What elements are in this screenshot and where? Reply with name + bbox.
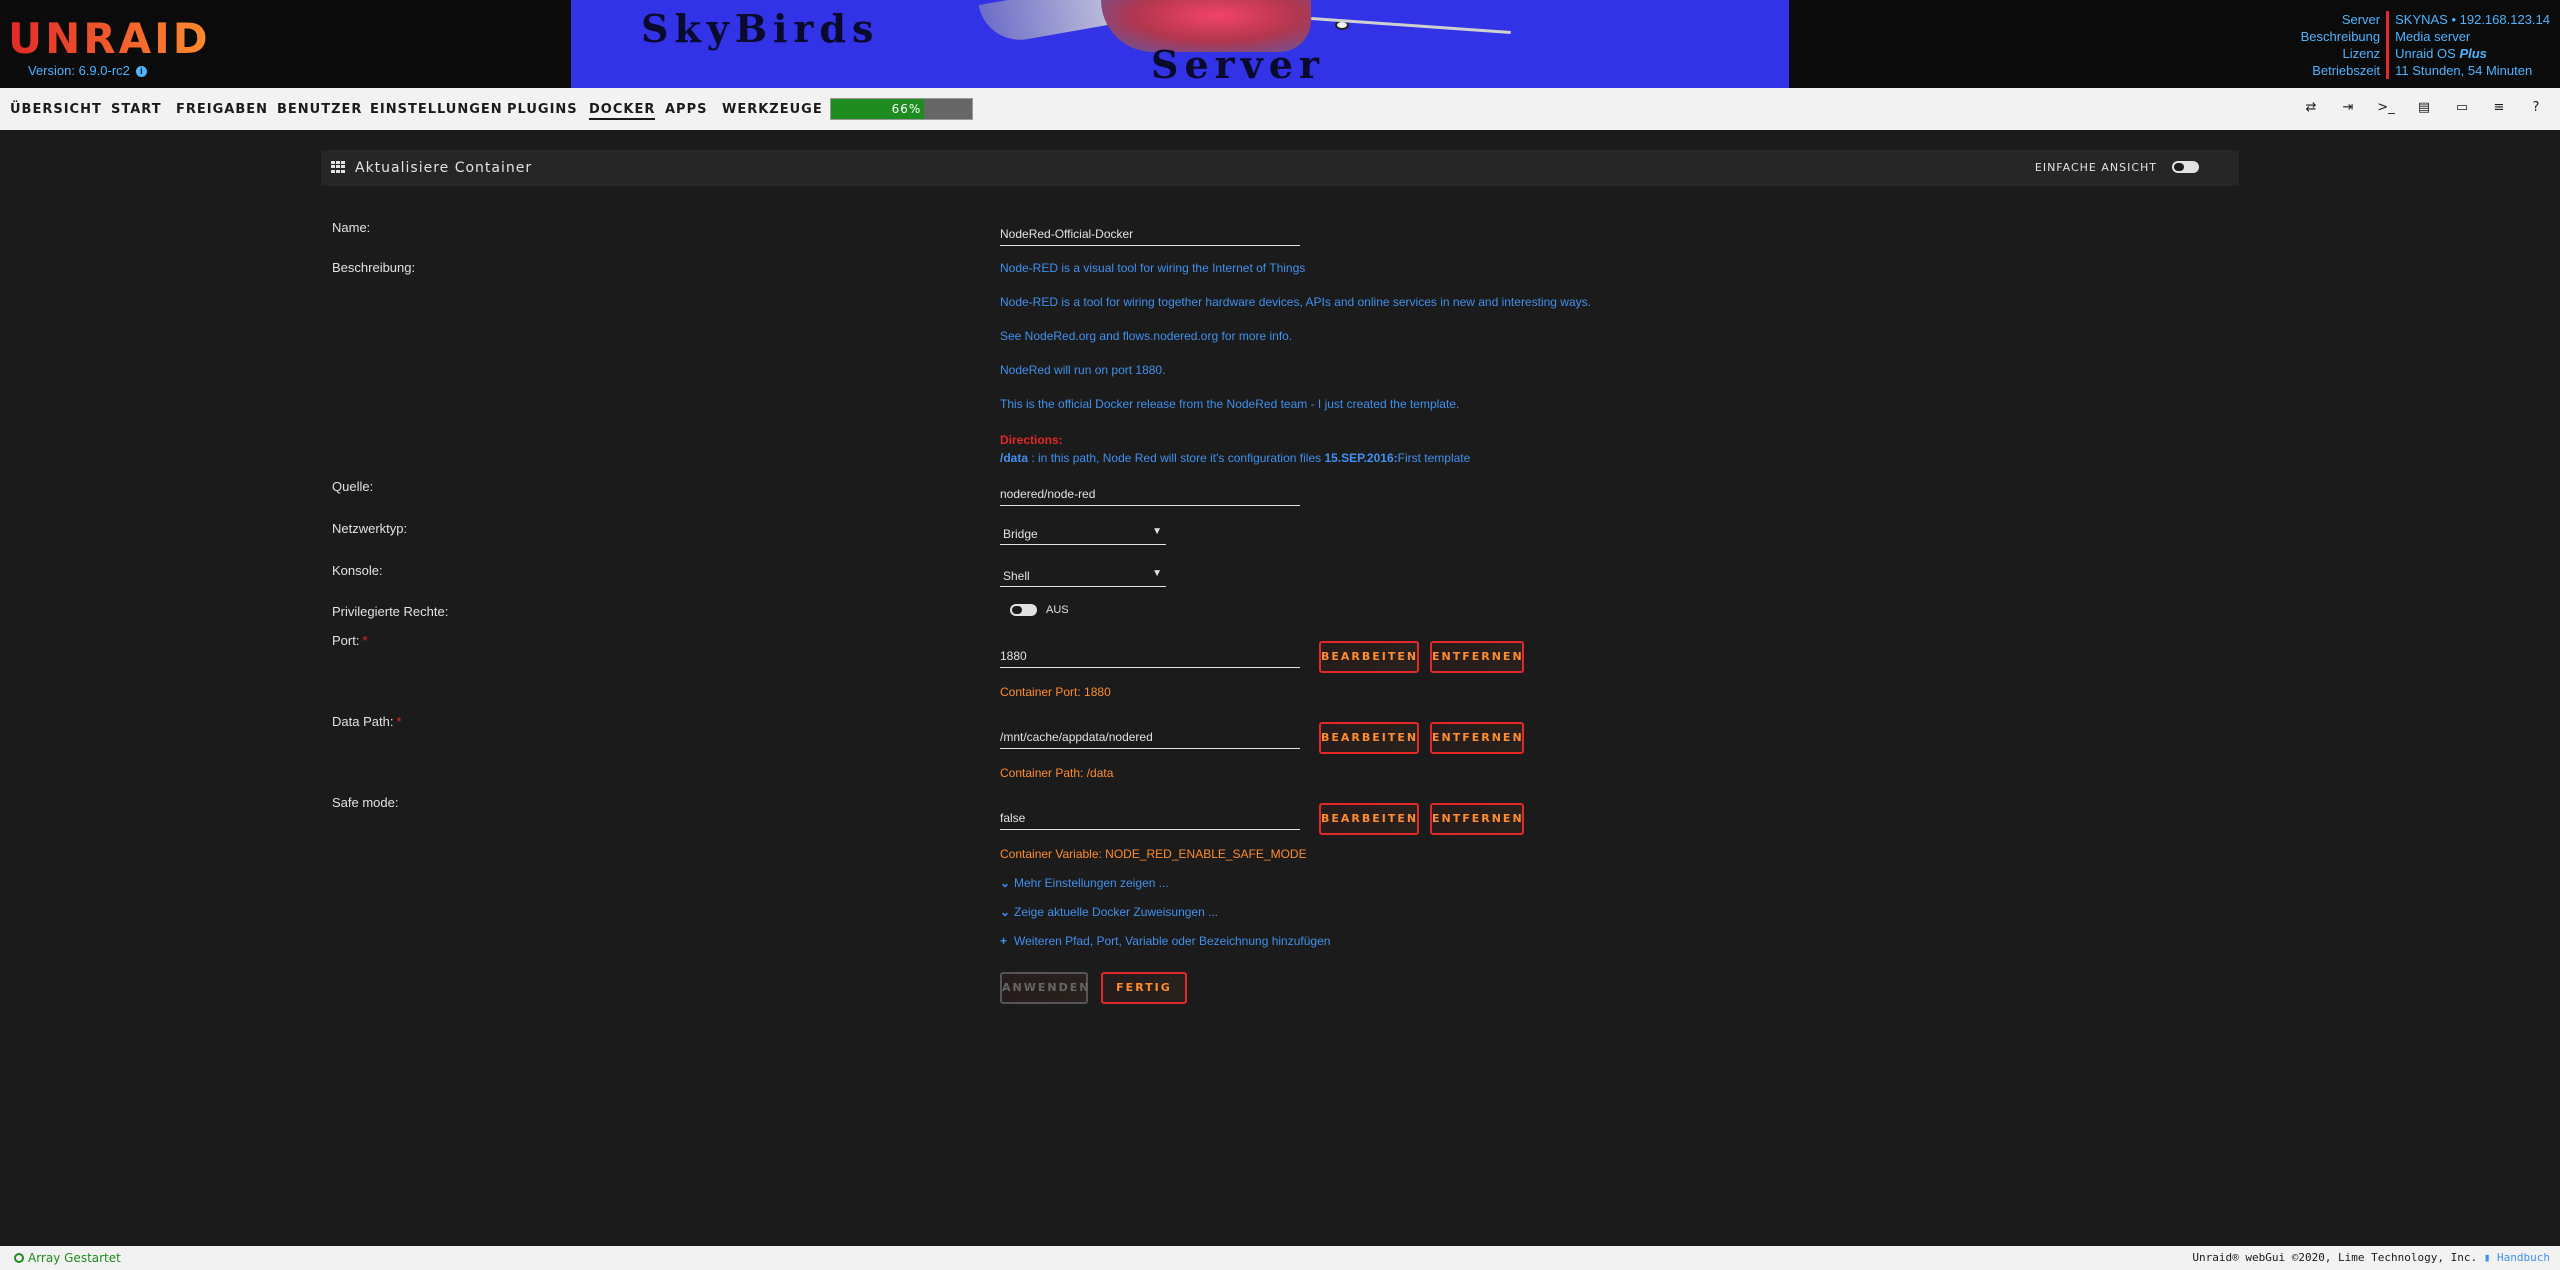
panel-title-bar: Aktualisiere Container EINFACHE ANSICHT	[321, 150, 2239, 186]
port-input[interactable]: 1880	[1000, 646, 1300, 668]
description-label: Beschreibung	[2300, 29, 2381, 44]
nav-tools[interactable]: WERKZEUGE	[722, 102, 823, 117]
unraid-logo[interactable]: UNRAID	[8, 14, 211, 63]
port-edit-button[interactable]: BEARBEITEN	[1319, 641, 1419, 673]
help-icon[interactable]: ?	[2527, 99, 2545, 117]
server-banner: SkyBirds Server	[571, 0, 1789, 88]
nav-overview[interactable]: ÜBERSICHT	[10, 102, 102, 117]
source-label: Quelle:	[332, 479, 374, 494]
nav-users[interactable]: BENUTZER	[277, 102, 362, 117]
license-value[interactable]: Unraid OS Plus	[2395, 45, 2550, 62]
terminal-icon[interactable]: >_	[2377, 99, 2395, 117]
source-input[interactable]: nodered/node-red	[1000, 484, 1300, 506]
feedback-icon[interactable]: ▤	[2415, 99, 2433, 117]
more-settings-link[interactable]: ⌄ Mehr Einstellungen zeigen ...	[1000, 876, 1169, 890]
safe-mode-input[interactable]: false	[1000, 808, 1300, 830]
monitor-icon[interactable]: ▭	[2453, 99, 2471, 117]
privileged-toggle[interactable]	[1010, 604, 1037, 616]
chevron-down-icon: ⌄	[1000, 905, 1011, 919]
data-path-note: Container Path: /data	[1000, 766, 1114, 780]
nav-shares[interactable]: FREIGABEN	[176, 102, 268, 117]
banner-text-line1: SkyBirds	[641, 6, 880, 51]
nav-start[interactable]: START	[111, 102, 162, 117]
done-button[interactable]: FERTIG	[1101, 972, 1187, 1004]
nav-docker[interactable]: DOCKER	[589, 102, 656, 120]
directions-title: Directions:	[1000, 433, 1063, 447]
directions-text: /data : in this path, Node Red will stor…	[1000, 451, 1471, 465]
footer: Array Gestartet Unraid® webGui ©2020, Li…	[0, 1246, 2560, 1270]
privileged-label: Privilegierte Rechte:	[332, 604, 449, 619]
server-info-labels: Server Beschreibung Lizenz Betriebszeit	[2301, 11, 2390, 79]
port-label: Port: *	[332, 633, 368, 648]
description-line: NodeRed will run on port 1880.	[1000, 363, 1166, 377]
manual-link[interactable]: ▮ Handbuch	[2484, 1251, 2550, 1264]
server-label: Server	[2341, 12, 2381, 27]
safe-mode-remove-button[interactable]: ENTFERNEN	[1430, 803, 1524, 835]
name-label: Name:	[332, 220, 371, 235]
array-status: Array Gestartet	[14, 1251, 121, 1265]
description-line: Node-RED is a visual tool for wiring the…	[1000, 261, 1306, 275]
transfer-icon[interactable]: ⇄	[2302, 99, 2320, 117]
info-icon[interactable]: i	[135, 66, 147, 77]
safe-mode-label: Safe mode:	[332, 795, 399, 810]
data-path-edit-button[interactable]: BEARBEITEN	[1319, 722, 1419, 754]
apply-button[interactable]: ANWENDEN	[1000, 972, 1088, 1004]
safe-mode-note: Container Variable: NODE_RED_ENABLE_SAFE…	[1000, 847, 1307, 861]
header: UNRAID Version: 6.9.0-rc2 i SkyBirds Serv…	[0, 0, 2560, 88]
name-input[interactable]: NodeRed-Official-Docker	[1000, 224, 1300, 246]
description-line: Node-RED is a tool for wiring together h…	[1000, 295, 1591, 309]
dropdown-caret-icon: ▼	[1152, 568, 1162, 579]
server-value[interactable]: SKYNAS • 192.168.123.14	[2395, 11, 2550, 28]
log-icon[interactable]: ≡	[2490, 99, 2508, 117]
simple-view-label: EINFACHE ANSICHT	[2034, 161, 2157, 174]
logout-icon[interactable]: ⇥	[2339, 99, 2357, 117]
description-line: This is the official Docker release from…	[1000, 397, 1460, 411]
data-path-label: Data Path: *	[332, 714, 402, 729]
status-ok-icon	[14, 1253, 24, 1263]
privileged-value: AUS	[1046, 604, 1069, 616]
version-info[interactable]: Version: 6.9.0-rc2 i	[28, 63, 147, 78]
server-info: Server Beschreibung Lizenz Betriebszeit …	[2301, 11, 2550, 79]
plus-icon: +	[1000, 934, 1008, 948]
description-value[interactable]: Media server	[2395, 28, 2550, 45]
data-path-input[interactable]: /mnt/cache/appdata/nodered	[1000, 727, 1300, 749]
port-remove-button[interactable]: ENTFERNEN	[1430, 641, 1524, 673]
safe-mode-edit-button[interactable]: BEARBEITEN	[1319, 803, 1419, 835]
directions-date: 15.SEP.2016:	[1324, 451, 1398, 465]
nav-apps[interactable]: APPS	[665, 102, 707, 117]
nav-settings[interactable]: EINSTELLUNGEN	[370, 102, 503, 117]
add-config-link[interactable]: + Weiteren Pfad, Port, Variable oder Beze…	[1000, 934, 1330, 948]
data-path-remove-button[interactable]: ENTFERNEN	[1430, 722, 1524, 754]
console-label: Konsole:	[332, 563, 383, 578]
banner-text-line2: Server	[1151, 42, 1325, 87]
console-select[interactable]: Shell ▼	[1000, 565, 1166, 587]
description-line: See NodeRed.org and flows.nodered.org fo…	[1000, 329, 1293, 343]
show-allocations-link[interactable]: ⌄ Zeige aktuelle Docker Zuweisungen ...	[1000, 905, 1218, 919]
copyright: Unraid® webGui ©2020, Lime Technology, I…	[2192, 1251, 2550, 1264]
dropdown-caret-icon: ▼	[1152, 526, 1162, 537]
page-title: Aktualisiere Container	[355, 160, 533, 176]
uptime-label: Betriebszeit	[2312, 63, 2381, 78]
description-label: Beschreibung:	[332, 260, 416, 275]
nav-plugins[interactable]: PLUGINS	[507, 102, 578, 117]
chevron-down-icon: ⌄	[1000, 876, 1011, 890]
cpu-load-text: 66%	[891, 102, 922, 116]
server-info-values: SKYNAS • 192.168.123.14 Media server Unr…	[2389, 11, 2550, 79]
directions-path: /data	[1000, 451, 1029, 465]
network-type-select[interactable]: Bridge ▼	[1000, 523, 1166, 545]
main-nav: ÜBERSICHT START FREIGABEN BENUTZER EINST…	[0, 88, 2560, 130]
uptime-value: 11 Stunden, 54 Minuten	[2395, 63, 2533, 78]
grid-icon	[331, 161, 345, 173]
simple-view-toggle[interactable]	[2172, 161, 2199, 173]
cpu-load-bar: 66%	[830, 98, 973, 120]
license-label: Lizenz	[2342, 46, 2381, 61]
port-note: Container Port: 1880	[1000, 685, 1111, 699]
network-type-label: Netzwerktyp:	[332, 521, 408, 536]
